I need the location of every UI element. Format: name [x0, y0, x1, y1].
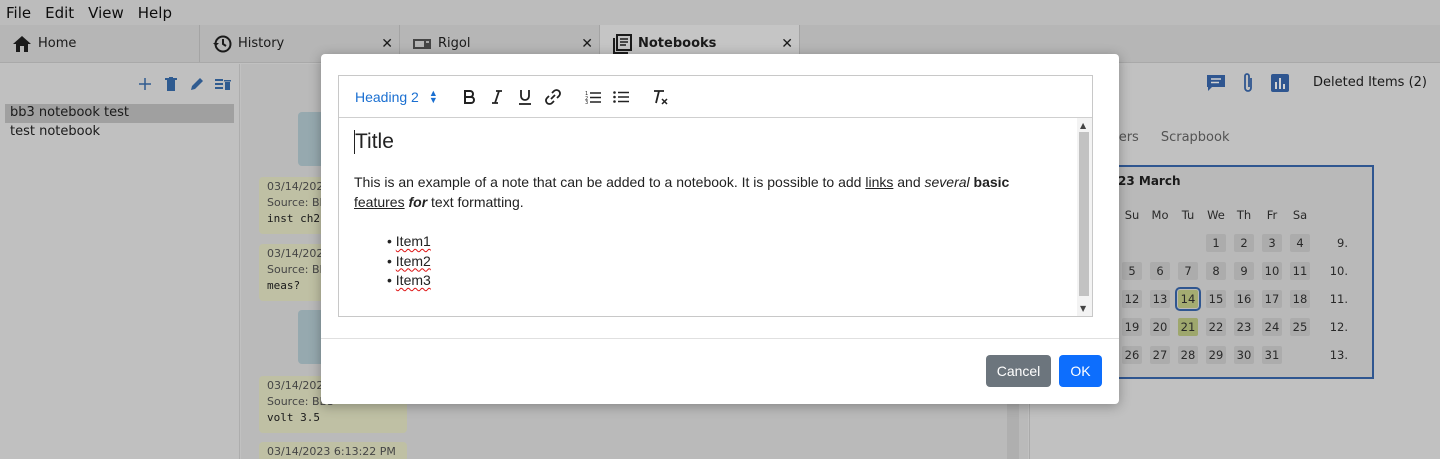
underline-icon[interactable]	[511, 83, 539, 111]
bullet-list-icon[interactable]	[607, 83, 635, 111]
editor-toolbar: Heading 2 ▲ ▼ 123	[339, 76, 1092, 118]
editor-content[interactable]: Title This is an example of a note that …	[339, 118, 1078, 316]
bold-text: basic	[973, 174, 1010, 190]
scroll-up-icon[interactable]: ▲	[1080, 121, 1086, 130]
italic-icon[interactable]	[483, 83, 511, 111]
bold-icon[interactable]	[455, 83, 483, 111]
note-paragraph[interactable]: This is an example of a note that can be…	[354, 172, 1063, 212]
bullet-list: Item1 Item2 Item3	[354, 232, 1063, 291]
italic-text: several	[924, 174, 970, 190]
dialog-footer-divider	[321, 338, 1119, 339]
rich-text-editor: Heading 2 ▲ ▼ 123 Title This is an examp…	[338, 75, 1093, 317]
list-item[interactable]: Item1	[387, 232, 1063, 252]
paragraph-text: This is an example of a note that can be…	[354, 174, 866, 190]
updown-icon: ▲ ▼	[428, 87, 438, 105]
paragraph-end: text formatting.	[427, 194, 524, 210]
note-title[interactable]: Title	[354, 130, 1063, 154]
ordered-list-icon[interactable]: 123	[579, 83, 607, 111]
link-text[interactable]: links	[865, 174, 893, 190]
list-item[interactable]: Item2	[387, 252, 1063, 272]
ok-button[interactable]: OK	[1059, 355, 1102, 387]
heading-select-value: Heading 2	[355, 88, 419, 105]
link-icon[interactable]	[539, 83, 567, 111]
and-text: and	[893, 174, 925, 190]
list-item[interactable]: Item3	[387, 271, 1063, 291]
bold-italic-text: for	[408, 194, 428, 210]
note-editor-dialog: Heading 2 ▲ ▼ 123 Title This is an examp…	[321, 54, 1119, 404]
svg-text:3: 3	[585, 100, 588, 104]
editor-scrollbar[interactable]: ▲ ▼	[1077, 118, 1092, 316]
heading-select[interactable]: Heading 2 ▲ ▼	[355, 87, 455, 105]
cancel-button[interactable]: Cancel	[986, 355, 1051, 387]
underline-text: features	[354, 194, 405, 210]
scroll-down-icon[interactable]: ▼	[1080, 304, 1086, 313]
clear-format-icon[interactable]	[647, 83, 675, 111]
scroll-thumb[interactable]	[1079, 132, 1089, 296]
